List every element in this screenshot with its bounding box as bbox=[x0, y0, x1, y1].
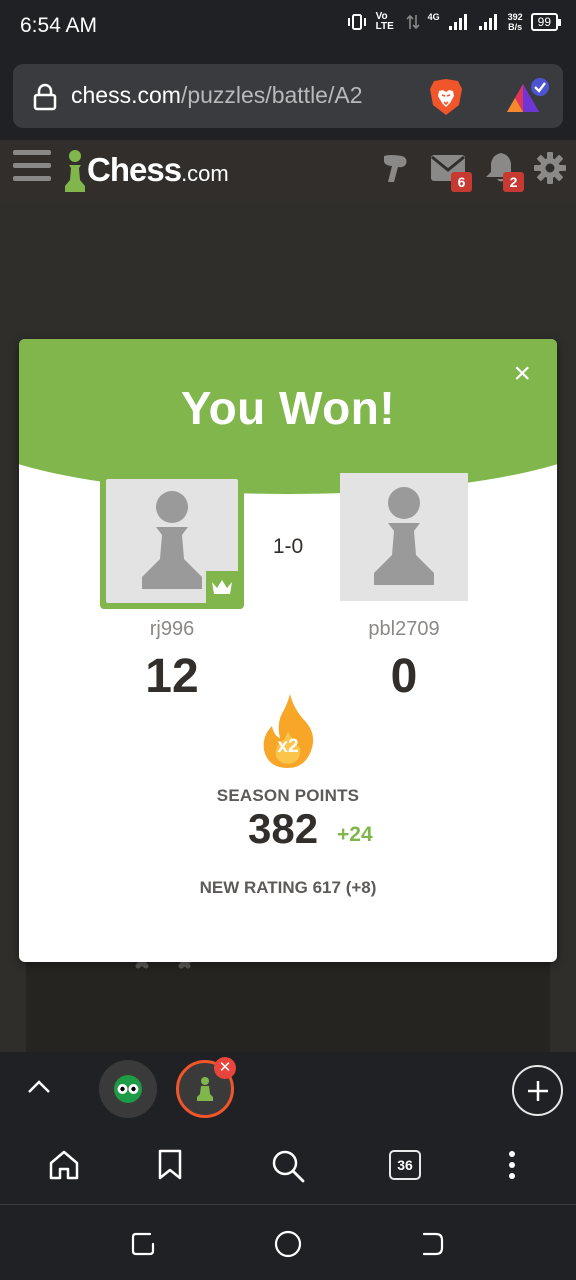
opponent-points: 0 bbox=[390, 650, 418, 703]
browser-bottom-toolbar: 36 bbox=[0, 1128, 576, 1204]
battery-icon: 99 bbox=[530, 13, 562, 31]
result-modal: × You Won! 1-0 rj996 pbl2709 12 0 x2 SEA… bbox=[19, 339, 557, 962]
tripadvisor-app-icon bbox=[114, 1075, 142, 1103]
lock-icon[interactable] bbox=[33, 83, 57, 111]
url-domain: chess.com bbox=[71, 82, 181, 108]
home-icon[interactable] bbox=[48, 1149, 80, 1181]
chess-logo[interactable]: Chess.com bbox=[63, 148, 229, 194]
signal-icon bbox=[448, 14, 467, 30]
tab-count: 36 bbox=[389, 1150, 421, 1180]
bookmark-icon[interactable] bbox=[157, 1149, 183, 1181]
net-speed-unit: B/s bbox=[508, 22, 523, 32]
multiplier-label: x2 bbox=[277, 736, 299, 757]
puzzle-board-area bbox=[26, 952, 550, 1052]
plus-icon bbox=[527, 1080, 548, 1101]
more-menu-icon[interactable] bbox=[505, 1150, 519, 1180]
default-pawn-avatar-icon bbox=[142, 491, 202, 589]
puzzle-battle-icon[interactable] bbox=[380, 152, 414, 186]
opponent-avatar-image bbox=[340, 473, 468, 601]
season-points-label: SEASON POINTS bbox=[216, 786, 360, 805]
default-pawn-avatar-icon bbox=[374, 487, 434, 585]
logo-text: Chess.com bbox=[87, 151, 229, 188]
opponent-avatar bbox=[340, 473, 468, 601]
season-points-delta: +24 bbox=[337, 823, 373, 846]
back-icon[interactable] bbox=[418, 1230, 446, 1258]
url-path: /puzzles/battle/A2 bbox=[180, 82, 363, 108]
net-speed: 392 B/s bbox=[508, 12, 523, 32]
player-points: 12 bbox=[145, 650, 199, 703]
site-header: Chess.com 6 2 bbox=[0, 140, 576, 202]
status-indicators: Vo LTE 4G 392 B/s 99 bbox=[346, 11, 562, 32]
new-rating-label: NEW RATING 617 (+8) bbox=[199, 878, 377, 897]
close-tab-icon[interactable]: ✕ bbox=[214, 1057, 236, 1079]
result-title: You Won! bbox=[180, 382, 396, 434]
data-transfer-icon bbox=[406, 14, 420, 30]
volte-label: Vo LTE bbox=[375, 11, 394, 32]
chevron-up-icon[interactable] bbox=[26, 1078, 52, 1096]
opponent-username[interactable]: pbl2709 bbox=[329, 618, 479, 641]
brave-lion-icon[interactable] bbox=[428, 77, 464, 117]
home-nav-icon[interactable] bbox=[273, 1229, 303, 1259]
recents-icon[interactable] bbox=[130, 1230, 158, 1258]
status-bar: 6:54 AM Vo LTE 4G 392 B/s 99 bbox=[0, 0, 576, 54]
match-score: 1-0 bbox=[272, 535, 304, 558]
status-time: 6:54 AM bbox=[20, 14, 98, 37]
system-nav-bar bbox=[0, 1204, 576, 1280]
player-username[interactable]: rj996 bbox=[97, 618, 247, 641]
season-points-value: 382 bbox=[248, 805, 319, 852]
search-icon[interactable] bbox=[270, 1148, 306, 1184]
winner-crown-icon bbox=[206, 571, 238, 603]
signal-icon-2 bbox=[478, 14, 497, 30]
tab-thumbnail-1[interactable] bbox=[99, 1060, 157, 1118]
new-tab-button[interactable] bbox=[512, 1065, 563, 1116]
browser-toolbar: chess.com/puzzles/battle/A2 bbox=[0, 54, 576, 140]
menu-icon[interactable] bbox=[13, 150, 51, 189]
pawn-logo-icon bbox=[65, 150, 85, 192]
brave-rewards-icon[interactable] bbox=[503, 76, 553, 118]
address-bar[interactable]: chess.com/puzzles/battle/A2 bbox=[13, 64, 563, 128]
streak-flame-icon: x2 bbox=[260, 692, 316, 775]
settings-gear-icon[interactable] bbox=[533, 151, 567, 185]
net-speed-value: 392 bbox=[507, 12, 523, 22]
chess-app-icon bbox=[197, 1077, 213, 1101]
tabs-button[interactable]: 36 bbox=[389, 1150, 421, 1180]
player-avatar bbox=[100, 473, 244, 609]
network-type: 4G bbox=[427, 12, 440, 22]
messages-badge: 6 bbox=[451, 172, 472, 192]
url-text[interactable]: chess.com/puzzles/battle/A2 bbox=[71, 82, 363, 109]
tab-strip: ✕ bbox=[0, 1052, 576, 1128]
notifications-badge: 2 bbox=[503, 172, 524, 192]
vibrate-icon bbox=[347, 14, 366, 30]
